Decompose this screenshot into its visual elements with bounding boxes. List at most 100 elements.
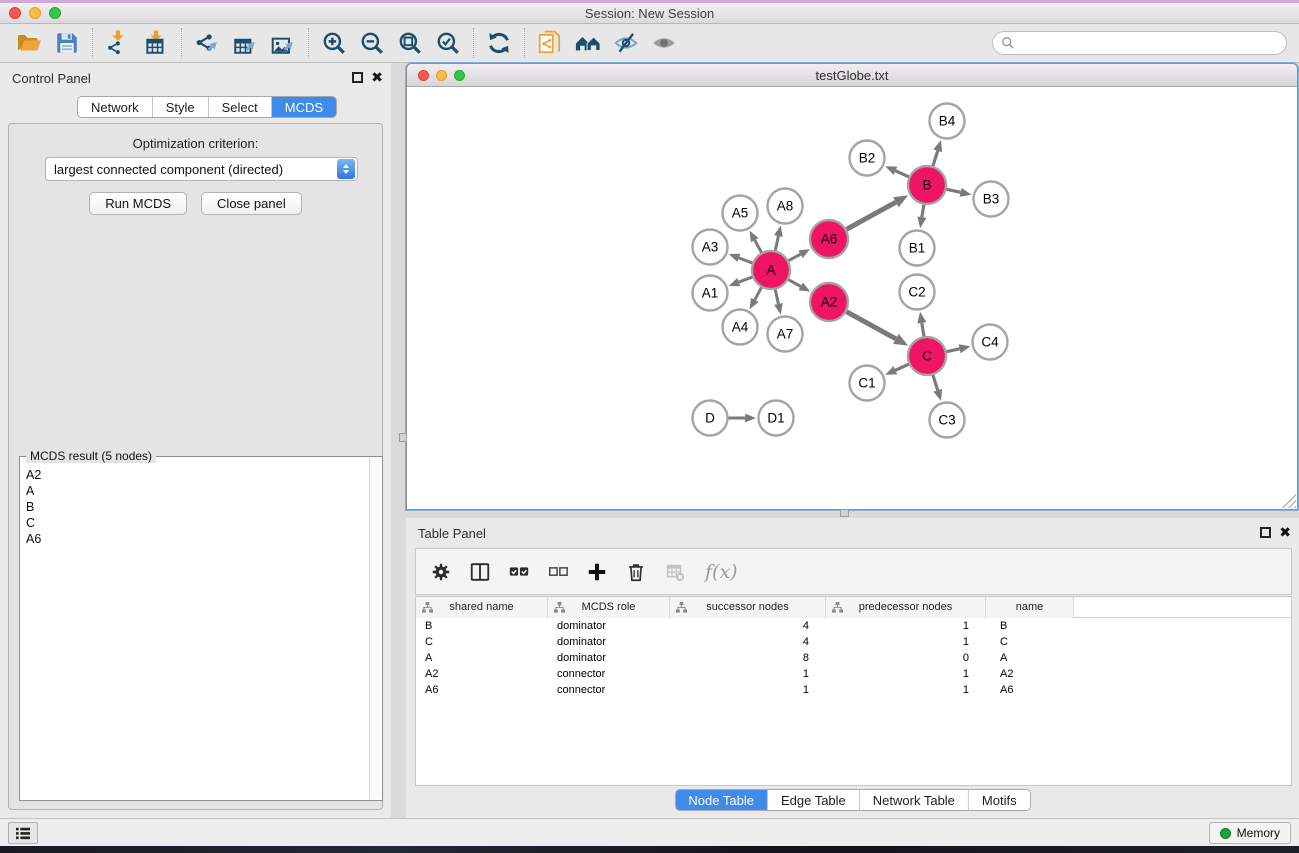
table-cell[interactable]: 1	[826, 618, 986, 634]
network-canvas[interactable]: B4B2BB3A5A8A6A3AB1A1A2C2A4A7C4CC1C3DD1	[407, 87, 1297, 509]
graph-edge-C-C1[interactable]	[895, 364, 908, 370]
memory-button[interactable]: Memory	[1209, 822, 1291, 844]
search-input[interactable]	[1015, 36, 1286, 50]
network-window-titlebar[interactable]: testGlobe.txt	[407, 64, 1297, 87]
save-session-button[interactable]	[48, 27, 86, 59]
result-scrollbar[interactable]	[369, 458, 381, 799]
table-cell[interactable]: B	[986, 618, 1074, 634]
export-image-button[interactable]	[264, 27, 302, 59]
graph-edge-B-B3[interactable]	[947, 189, 961, 192]
column-header-shared-name[interactable]: shared name	[416, 597, 548, 618]
graph-edge-A-A6[interactable]	[789, 254, 801, 260]
open-session-button[interactable]	[10, 27, 48, 59]
column-header-mcds-role[interactable]: MCDS role	[548, 597, 670, 618]
graph-edge-C-C4[interactable]	[947, 349, 960, 352]
delete-table-button[interactable]	[662, 559, 688, 585]
optimization-criterion-dropdown[interactable]: largest connected component (directed)	[45, 157, 358, 181]
vertical-splitter-handle[interactable]	[399, 433, 407, 442]
close-panel-button[interactable]: Close panel	[201, 192, 302, 215]
graph-edge-A-A5[interactable]	[755, 240, 762, 252]
table-cell[interactable]: dominator	[548, 618, 670, 634]
table-cell[interactable]: 8	[670, 650, 826, 666]
table-cell[interactable]: dominator	[548, 650, 670, 666]
graph-edge-A-A7[interactable]	[775, 290, 778, 304]
search-field[interactable]	[992, 31, 1287, 55]
show-columns-button[interactable]	[467, 559, 493, 585]
graph-edge-A-A3[interactable]	[739, 258, 752, 263]
table-row[interactable]: A2connector11A2	[416, 666, 1291, 682]
deselect-all-columns-button[interactable]	[545, 559, 571, 585]
table-cell[interactable]: A	[416, 650, 548, 666]
horizontal-splitter-handle[interactable]	[840, 509, 849, 517]
function-builder-button[interactable]: f(x)	[701, 561, 738, 583]
tab-mcds[interactable]: MCDS	[272, 97, 336, 117]
graph-edge-C-C2[interactable]	[922, 323, 924, 336]
graph-edge-B-B2[interactable]	[895, 171, 908, 177]
table-cell[interactable]: connector	[548, 666, 670, 682]
table-cell[interactable]: B	[416, 618, 548, 634]
table-cell[interactable]: 1	[826, 666, 986, 682]
graph-edge-B-B1[interactable]	[922, 205, 924, 218]
tab-network[interactable]: Network	[78, 97, 153, 117]
column-header-successor-nodes[interactable]: successor nodes	[670, 597, 826, 618]
tab-edge-table[interactable]: Edge Table	[768, 790, 860, 810]
table-cell[interactable]: 1	[826, 682, 986, 698]
export-table-button[interactable]	[226, 27, 264, 59]
mcds-result-item[interactable]: A6	[21, 531, 369, 547]
import-network-button[interactable]	[99, 27, 137, 59]
table-row[interactable]: Cdominator41C	[416, 634, 1291, 650]
show-birds-eye-view-button[interactable]	[569, 27, 607, 59]
zoom-selected-button[interactable]	[429, 27, 467, 59]
create-new-column-button[interactable]	[584, 559, 610, 585]
table-cell[interactable]: 0	[826, 650, 986, 666]
graph-edge-A2-C[interactable]	[847, 312, 896, 339]
table-cell[interactable]: A2	[416, 666, 548, 682]
new-network-from-selection-button[interactable]	[531, 27, 569, 59]
table-cell[interactable]: 1	[826, 634, 986, 650]
tab-network-table[interactable]: Network Table	[860, 790, 969, 810]
table-cell[interactable]: A	[986, 650, 1074, 666]
mcds-result-item[interactable]: C	[21, 515, 369, 531]
table-cell[interactable]: dominator	[548, 634, 670, 650]
column-header-name[interactable]: name	[986, 597, 1074, 618]
float-table-panel-icon[interactable]	[1260, 527, 1271, 538]
select-all-columns-button[interactable]	[506, 559, 532, 585]
tab-style[interactable]: Style	[153, 97, 209, 117]
show-panels-menu-button[interactable]	[8, 822, 38, 844]
mcds-result-item[interactable]: A	[21, 483, 369, 499]
resize-grip-icon[interactable]	[1282, 494, 1296, 508]
graph-edge-B-B4[interactable]	[933, 151, 938, 166]
table-row[interactable]: Adominator80A	[416, 650, 1291, 666]
zoom-out-button[interactable]	[353, 27, 391, 59]
close-table-panel-icon[interactable]: ✖	[1279, 527, 1291, 538]
show-all-button[interactable]	[645, 27, 683, 59]
table-cell[interactable]: A2	[986, 666, 1074, 682]
close-panel-icon[interactable]: ✖	[371, 72, 383, 83]
graph-edge-A-A1[interactable]	[739, 277, 752, 282]
float-panel-icon[interactable]	[352, 72, 363, 83]
graph-edge-A-A4[interactable]	[755, 288, 762, 300]
import-table-button[interactable]	[137, 27, 175, 59]
tab-select[interactable]: Select	[209, 97, 272, 117]
delete-columns-button[interactable]	[623, 559, 649, 585]
zoom-fit-button[interactable]	[391, 27, 429, 59]
mcds-result-item[interactable]: A2	[21, 467, 369, 483]
graph-edge-A-A2[interactable]	[789, 280, 801, 287]
table-cell[interactable]: A6	[986, 682, 1074, 698]
table-cell[interactable]: 1	[670, 682, 826, 698]
table-cell[interactable]: 1	[670, 666, 826, 682]
table-cell[interactable]: 4	[670, 634, 826, 650]
table-cell[interactable]: C	[416, 634, 548, 650]
zoom-in-button[interactable]	[315, 27, 353, 59]
table-row[interactable]: Bdominator41B	[416, 618, 1291, 634]
table-cell[interactable]: connector	[548, 682, 670, 698]
table-cell[interactable]: 4	[670, 618, 826, 634]
graph-edge-C-C3[interactable]	[933, 375, 938, 390]
apply-preferred-layout-button[interactable]	[480, 27, 518, 59]
graph-edge-A6-B[interactable]	[847, 202, 896, 229]
column-header-predecessor-nodes[interactable]: predecessor nodes	[826, 597, 986, 618]
table-row[interactable]: A6connector11A6	[416, 682, 1291, 698]
table-cell[interactable]: C	[986, 634, 1074, 650]
graph-edge-A-A8[interactable]	[775, 236, 778, 250]
tab-motifs[interactable]: Motifs	[969, 790, 1030, 810]
